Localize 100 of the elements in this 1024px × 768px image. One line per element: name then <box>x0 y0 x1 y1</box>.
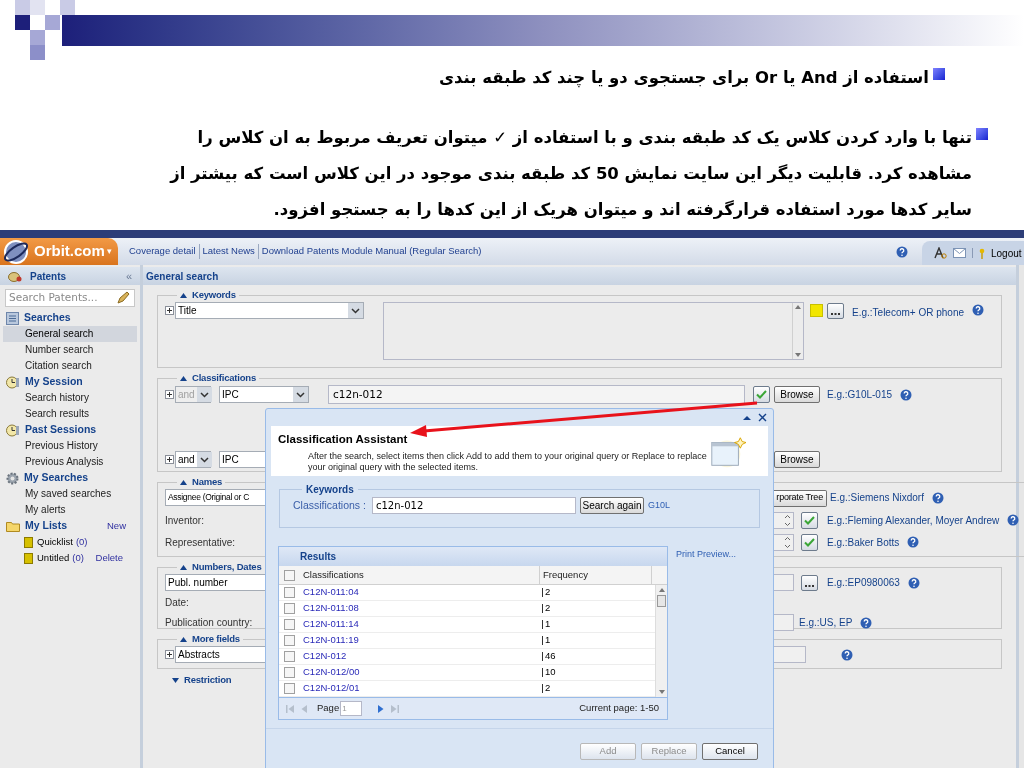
checkbox[interactable] <box>284 635 295 646</box>
text-tool-icon[interactable] <box>934 247 947 259</box>
column-header[interactable]: Frequency <box>539 566 651 584</box>
section-heading[interactable]: Searches <box>24 310 71 326</box>
table-cell: 2 <box>545 585 551 600</box>
checkbox[interactable] <box>284 651 295 662</box>
header-link[interactable]: Download Patents Module Manual (Regular Search) <box>257 244 485 259</box>
classification-link[interactable]: C12N-011:04 <box>300 585 539 600</box>
sidebar-item[interactable]: My saved searches <box>3 486 137 502</box>
help-icon[interactable] <box>907 536 920 548</box>
classification-link[interactable]: C12N-011:19 <box>300 633 539 648</box>
sidebar-item[interactable]: Previous History <box>3 438 137 454</box>
example-hint: E.g.:Baker Botts <box>827 535 900 550</box>
browse-button[interactable]: Browse <box>774 451 820 469</box>
more-button[interactable] <box>801 574 818 591</box>
validate-button[interactable] <box>801 533 818 551</box>
validate-button[interactable] <box>801 511 818 529</box>
mail-icon[interactable] <box>953 248 966 258</box>
checkbox[interactable] <box>284 683 295 694</box>
scrollbar[interactable] <box>655 585 667 697</box>
collapse-triangle-icon[interactable] <box>180 479 187 485</box>
list-name[interactable]: Untitled <box>37 550 70 566</box>
help-icon[interactable] <box>972 304 984 317</box>
coin-stack-icon <box>8 270 22 282</box>
classification-link[interactable]: C12N-011:08 <box>300 601 539 616</box>
checkbox[interactable] <box>284 667 295 678</box>
new-link[interactable]: New <box>107 518 126 534</box>
section-title: Names <box>192 475 223 489</box>
sidebar-item[interactable]: Previous Analysis <box>3 454 137 470</box>
section-heading[interactable]: My Lists <box>25 518 67 534</box>
collapse-triangle-icon[interactable] <box>180 564 187 570</box>
help-icon[interactable] <box>841 648 853 661</box>
classification-link[interactable]: C12N-012/00 <box>300 665 539 680</box>
delete-link[interactable]: Delete <box>95 550 123 566</box>
column-header[interactable]: Classifications <box>300 566 539 584</box>
validate-button[interactable] <box>753 386 770 404</box>
section-heading[interactable]: My Searches <box>24 470 89 486</box>
section-heading[interactable]: Past Sessions <box>25 422 97 438</box>
scrollbar[interactable] <box>792 303 803 360</box>
more-button[interactable] <box>827 303 844 320</box>
section-heading[interactable]: My Session <box>25 374 83 390</box>
close-icon[interactable] <box>758 413 767 422</box>
collapse-triangle-icon[interactable] <box>180 375 187 381</box>
help-icon[interactable] <box>931 491 944 504</box>
collapse-triangle-icon[interactable] <box>180 636 187 642</box>
bullet-text: تنها با وارد کردن کلاس یک کد طبقه بندی و با استفاده از ✓ میتوان تعریف مربوط به ان کلاس را مشاهده کرد. قابلیت دیگر این سایت نمایش 50 کد طبقه بندی موجود در این کلاس است که بیشتر از سایر کدها مورد استفاده قرارگرفته اند و میتوان هریک از این کدها را به جستجو افزود. <box>168 127 972 221</box>
checkbox[interactable] <box>284 619 295 630</box>
collapse-triangle-icon[interactable] <box>180 292 187 298</box>
help-icon[interactable] <box>860 616 873 629</box>
field-label: Classifications : <box>293 497 367 513</box>
bullet-icon <box>933 68 945 80</box>
sidebar-item[interactable]: My alerts <box>3 502 137 518</box>
header-link[interactable]: Coverage detail <box>126 244 199 259</box>
dropdown[interactable]: and <box>175 451 211 469</box>
expand-plus-icon[interactable] <box>165 650 174 660</box>
sidebar-item[interactable]: Search results <box>3 406 137 422</box>
classification-link[interactable]: C12N-012 <box>300 649 539 664</box>
checkbox[interactable] <box>284 569 295 581</box>
expand-plus-icon[interactable] <box>165 455 174 465</box>
sidebar-item[interactable]: Search history <box>3 390 137 406</box>
suggestion-link[interactable]: G10L <box>648 498 671 513</box>
checkbox[interactable] <box>284 603 295 614</box>
input-field[interactable]: c12n-012 <box>372 497 576 514</box>
header-link[interactable]: Latest News <box>198 244 258 259</box>
scroll-up-icon[interactable] <box>795 305 801 310</box>
expand-plus-icon[interactable] <box>165 390 174 400</box>
expand-plus-icon[interactable] <box>165 306 174 316</box>
book-icon <box>24 552 33 564</box>
help-icon[interactable] <box>896 245 908 258</box>
logout-link[interactable]: Logout <box>991 245 1022 261</box>
search-again-button[interactable]: Search again <box>580 497 644 514</box>
dialog-button[interactable]: Cancel <box>702 743 758 760</box>
help-icon[interactable] <box>900 388 913 401</box>
dropdown[interactable]: Title <box>175 302 364 320</box>
scroll-down-icon[interactable] <box>658 690 665 694</box>
sidebar-item[interactable]: General search <box>3 326 137 342</box>
sidebar-item[interactable]: Number search <box>3 342 137 358</box>
sidebar-item[interactable]: Citation search <box>3 358 137 374</box>
dropdown[interactable]: IPC <box>219 386 309 404</box>
checkbox[interactable] <box>284 587 295 598</box>
search-field[interactable]: Search Patents... <box>5 289 135 307</box>
help-icon[interactable] <box>907 576 920 589</box>
classification-link[interactable]: C12N-011:14 <box>300 617 539 632</box>
classification-link[interactable]: C12N-012/01 <box>300 681 539 696</box>
list-name[interactable]: Quicklist <box>37 534 73 550</box>
browse-button[interactable]: Browse <box>774 386 820 404</box>
scroll-thumb[interactable] <box>657 595 666 607</box>
section-title: Numbers, Dates <box>192 560 262 574</box>
expand-triangle-icon[interactable] <box>172 677 179 683</box>
scroll-down-icon[interactable] <box>795 353 801 358</box>
highlight-color-swatch[interactable] <box>810 304 823 318</box>
input-field[interactable]: c12n-012 <box>328 385 745 405</box>
tree-button[interactable]: rporate Tree <box>771 489 827 507</box>
gear-icon <box>6 471 19 485</box>
section-title: More fields <box>192 632 240 646</box>
scroll-up-icon[interactable] <box>658 588 665 592</box>
field-label: Publication country: <box>165 617 253 629</box>
checkmark-icon <box>804 537 815 547</box>
print-preview-link[interactable]: Print Preview... <box>676 548 737 720</box>
help-icon[interactable] <box>1007 514 1020 526</box>
